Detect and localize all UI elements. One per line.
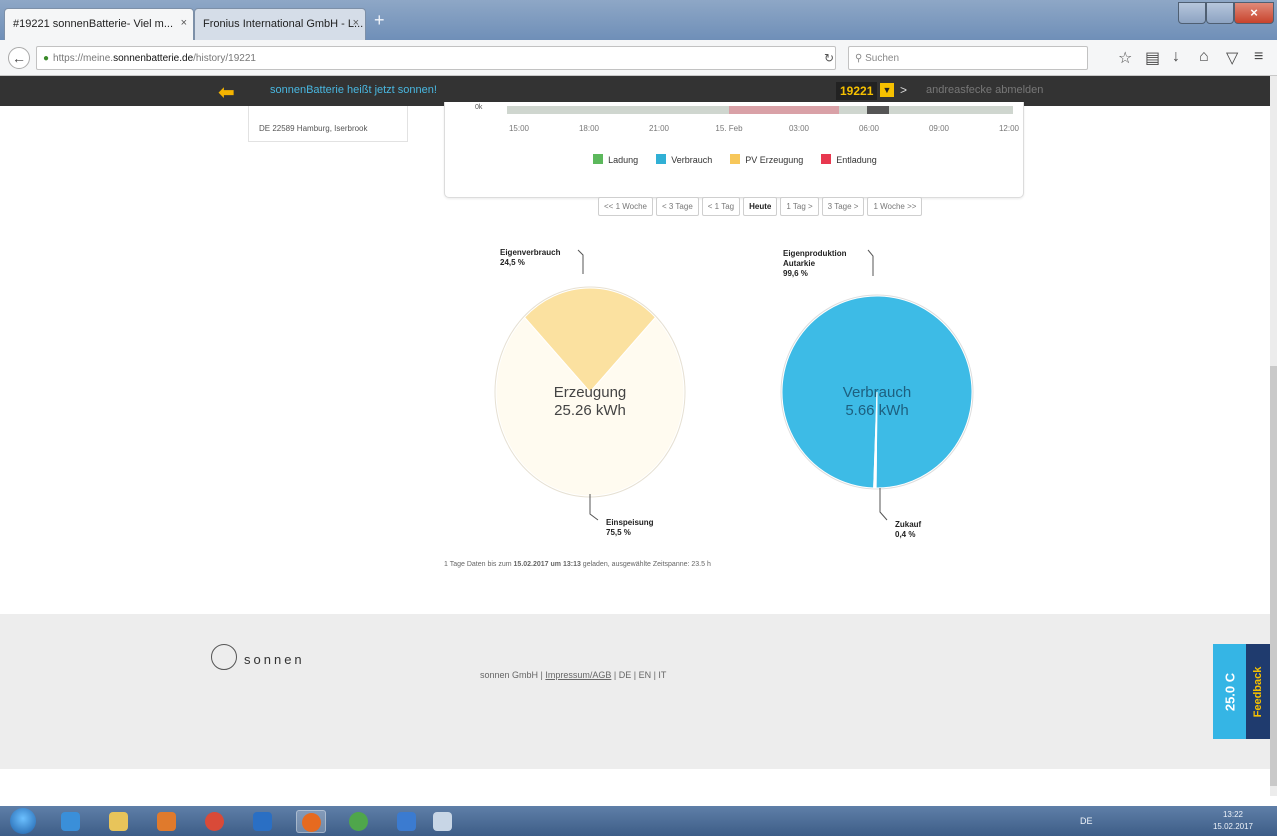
footer-brand: sonnen [244, 652, 305, 667]
pie-center-title: Verbrauch [842, 384, 912, 401]
pie-label-name: Einspeisung [606, 518, 654, 527]
taskbar-chrome-icon[interactable] [200, 810, 230, 833]
taskbar-ie-icon[interactable] [56, 810, 86, 833]
pie-leader-line [577, 249, 584, 274]
pie-leader-line [589, 494, 599, 521]
feedback-label: Feedback [1252, 666, 1264, 717]
pie-label-name2: Autarkie [783, 259, 816, 268]
taskbar-app3-icon[interactable] [428, 810, 458, 833]
pie-label-eigenverbrauch: Eigenverbrauch 24,5 % [500, 248, 560, 268]
footnote-suffix: geladen, ausgewählte Zeitspanne: 23.5 h [580, 561, 711, 568]
pie-center-title: Erzeugung [553, 384, 627, 401]
start-button[interactable] [10, 808, 36, 834]
pie-label-value: 99,6 % [783, 269, 808, 278]
site-footer: sonnen sonnen GmbH | Impressum/AGB | DE … [0, 614, 1270, 769]
pie-label-eigenproduktion: Eigenproduktion Autarkie 99,6 % [783, 249, 847, 279]
generation-pie-center: Erzeugung 25.26 kWh [505, 384, 675, 420]
data-footnote: 1 Tage Daten bis zum 15.02.2017 um 13:13… [444, 561, 711, 568]
clock-date: 15.02.2017 [1212, 822, 1254, 831]
pie-label-value: 24,5 % [500, 258, 525, 267]
taskbar-media-icon[interactable] [152, 810, 182, 833]
taskbar-app2-icon[interactable] [392, 810, 422, 833]
taskbar-outlook-icon[interactable] [248, 810, 278, 833]
footer-company: sonnen GmbH | [480, 670, 546, 680]
footer-links: sonnen GmbH | Impressum/AGB | DE | EN | … [480, 670, 666, 680]
pie-label-einspeisung: Einspeisung 75,5 % [606, 518, 654, 538]
taskbar-app-icon[interactable] [344, 810, 374, 833]
taskbar-clock[interactable]: 13:22 15.02.2017 [1208, 809, 1258, 833]
pie-label-zukauf: Zukauf 0,4 % [895, 520, 921, 540]
pie-label-name: Eigenverbrauch [500, 248, 561, 257]
consumption-pie-center: Verbrauch 5.66 kWh [792, 384, 962, 420]
pie-label-name: Eigenproduktion [783, 249, 847, 258]
clock-time: 13:22 [1222, 810, 1244, 819]
temperature-badge: 25.0 C [1213, 644, 1246, 739]
temperature-value: 25.0 C [1222, 672, 1237, 711]
language-links[interactable]: | DE | EN | IT [611, 670, 667, 680]
system-tray[interactable]: DE [1080, 816, 1093, 826]
impressum-link[interactable]: Impressum/AGB [545, 670, 611, 680]
windows-taskbar: DE 13:22 15.02.2017 [0, 806, 1277, 836]
sonnen-logo-icon [211, 644, 237, 670]
taskbar-firefox-icon[interactable] [296, 810, 326, 833]
pie-center-value: 25.26 kWh [554, 402, 626, 419]
taskbar-explorer-icon[interactable] [104, 810, 134, 833]
footnote-prefix: 1 Tage Daten bis zum [444, 561, 514, 568]
feedback-button[interactable]: Feedback [1246, 644, 1270, 739]
pie-leader-line [867, 249, 874, 276]
pie-label-value: 75,5 % [606, 528, 631, 537]
footnote-date: 15.02.2017 um 13:13 [513, 561, 581, 568]
pie-label-name: Zukauf [895, 520, 922, 529]
pie-leader-line [879, 488, 888, 521]
pie-label-value: 0,4 % [895, 530, 916, 539]
pie-center-value: 5.66 kWh [845, 402, 909, 419]
